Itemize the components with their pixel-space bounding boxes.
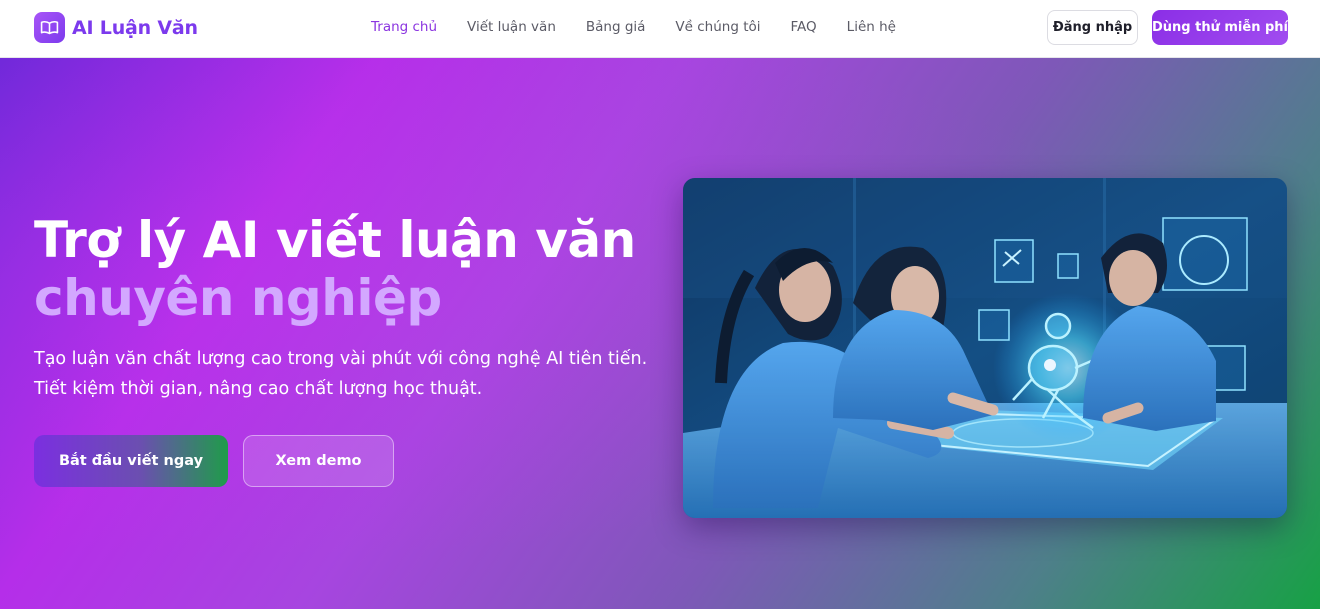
hero-title-line1: Trợ lý AI viết luận văn [34, 211, 636, 269]
login-button[interactable]: Đăng nhập [1047, 10, 1138, 45]
nav-link-about[interactable]: Về chúng tôi [675, 19, 760, 35]
start-writing-button[interactable]: Bắt đầu viết ngay [34, 435, 228, 487]
top-navbar: AI Luận Văn Trang chủ Viết luận văn Bảng… [0, 0, 1320, 58]
brand-name: AI Luận Văn [72, 16, 198, 39]
view-demo-button[interactable]: Xem demo [243, 435, 394, 487]
free-trial-button[interactable]: Dùng thử miễn phí [1152, 10, 1288, 45]
nav-link-contact[interactable]: Liên hệ [847, 19, 896, 35]
hero-subtitle: Tạo luận văn chất lượng cao trong vài ph… [34, 344, 654, 404]
hero-subtitle-line2: Tiết kiệm thời gian, nâng cao chất lượng… [34, 379, 483, 399]
book-open-icon [34, 12, 65, 43]
nav-link-home[interactable]: Trang chủ [371, 19, 437, 35]
hero-subtitle-line1: Tạo luận văn chất lượng cao trong vài ph… [34, 349, 648, 369]
nav-link-pricing[interactable]: Bảng giá [586, 19, 646, 35]
hero-illustration [683, 178, 1287, 518]
hero-title-highlight: chuyên nghiệp [34, 269, 442, 327]
hero-section: Trợ lý AI viết luận văn chuyên nghiệp Tạ… [0, 58, 1320, 609]
nav-link-write-thesis[interactable]: Viết luận văn [467, 19, 556, 35]
nav-link-faq[interactable]: FAQ [791, 19, 817, 35]
main-nav: Trang chủ Viết luận văn Bảng giá Về chún… [371, 19, 926, 35]
hero-title: Trợ lý AI viết luận văn chuyên nghiệp [34, 211, 674, 327]
brand[interactable]: AI Luận Văn [34, 12, 198, 43]
